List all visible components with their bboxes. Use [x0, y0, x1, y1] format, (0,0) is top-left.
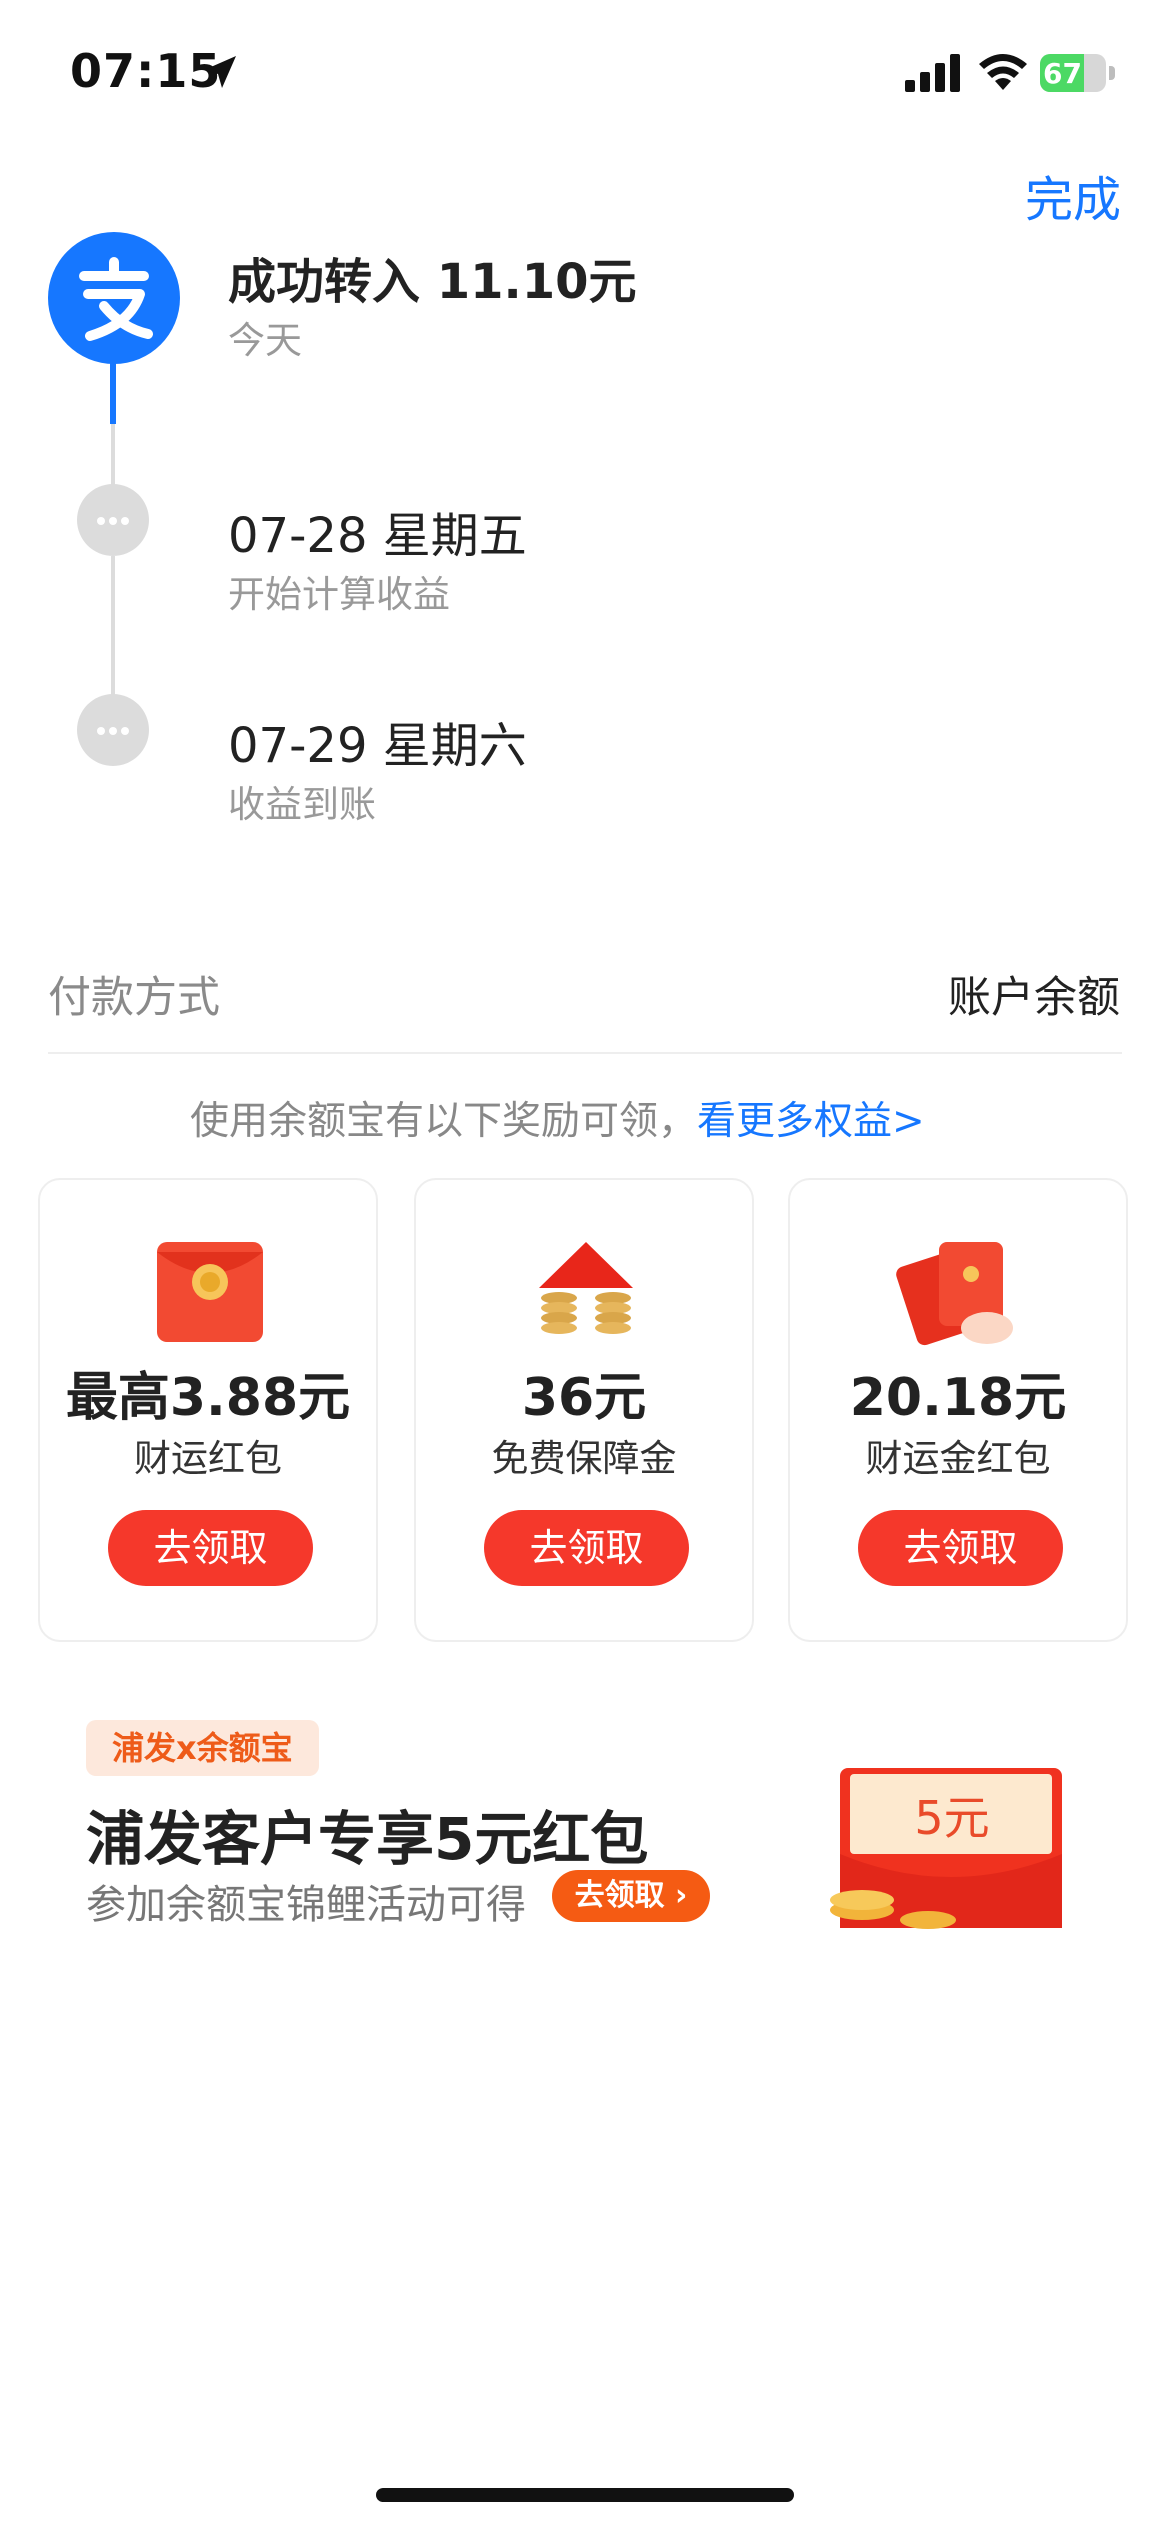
reward-note: 使用余额宝有以下奖励可领，看更多权益> [190, 1090, 925, 1146]
promo-claim-button[interactable]: 去领取 › [552, 1870, 710, 1922]
step-title: 成功转入 11.10元 [228, 254, 637, 310]
reward-amount: 最高3.88元 [65, 1368, 351, 1428]
done-button[interactable]: 完成 [1025, 160, 1121, 230]
promo-title: 浦发客户专享5元红包 [86, 1805, 649, 1873]
red-envelope-icon [157, 1242, 263, 1342]
wifi-icon [979, 54, 1027, 90]
claim-button[interactable]: 去领取 [108, 1510, 313, 1586]
payment-method-label: 付款方式 [48, 973, 220, 1023]
reward-label: 财运金红包 [865, 1437, 1051, 1480]
claim-button[interactable]: 去领取 [484, 1510, 689, 1586]
location-arrow-icon [204, 56, 236, 88]
step-subtitle: 今天 [228, 319, 302, 362]
house-coins-icon [539, 1242, 633, 1334]
reward-card: 36元 免费保障金 去领取 [414, 1178, 754, 1642]
cellular-signal-icon [905, 54, 960, 92]
timeline-line [111, 556, 115, 716]
battery-level: 67 [1043, 57, 1082, 90]
step-subtitle: 收益到账 [228, 783, 376, 826]
ellipsis-dot-icon [77, 694, 149, 766]
reward-label: 财运红包 [134, 1437, 282, 1480]
step-title: 07-29 星期六 [228, 718, 527, 774]
promo-tag: 浦发x余额宝 [86, 1720, 319, 1776]
payment-method-value: 账户余额 [948, 973, 1120, 1023]
step-title: 07-28 星期五 [228, 508, 527, 564]
home-indicator[interactable] [376, 2488, 794, 2502]
reward-card: 20.18元 财运金红包 去领取 [788, 1178, 1128, 1642]
reward-amount: 20.18元 [849, 1368, 1067, 1428]
more-benefits-link[interactable]: 看更多权益> [697, 1099, 925, 1144]
step-subtitle: 开始计算收益 [228, 573, 450, 616]
chevron-right-icon: › [664, 1878, 688, 1913]
divider [48, 1052, 1122, 1054]
reward-amount: 36元 [521, 1368, 647, 1428]
reward-note-text: 使用余额宝有以下奖励可领， [190, 1099, 698, 1144]
ellipsis-dot-icon [77, 484, 149, 556]
promo-claim-label: 去领取 [574, 1878, 665, 1913]
reward-card: 最高3.88元 财运红包 去领取 [38, 1178, 378, 1642]
alipay-logo-icon [48, 232, 180, 364]
promo-red-envelope-icon: 5元 [822, 1760, 1072, 1940]
reward-label: 免费保障金 [491, 1437, 677, 1480]
promo-subtitle: 参加余额宝锦鲤活动可得 [86, 1882, 526, 1928]
status-time: 07:15 [70, 44, 222, 98]
battery-indicator: 67 [1040, 54, 1115, 92]
hand-red-envelope-icon [896, 1242, 1013, 1346]
timeline-progress-line [110, 362, 116, 424]
promo-envelope-value: 5元 [914, 1791, 990, 1845]
claim-button[interactable]: 去领取 [858, 1510, 1063, 1586]
